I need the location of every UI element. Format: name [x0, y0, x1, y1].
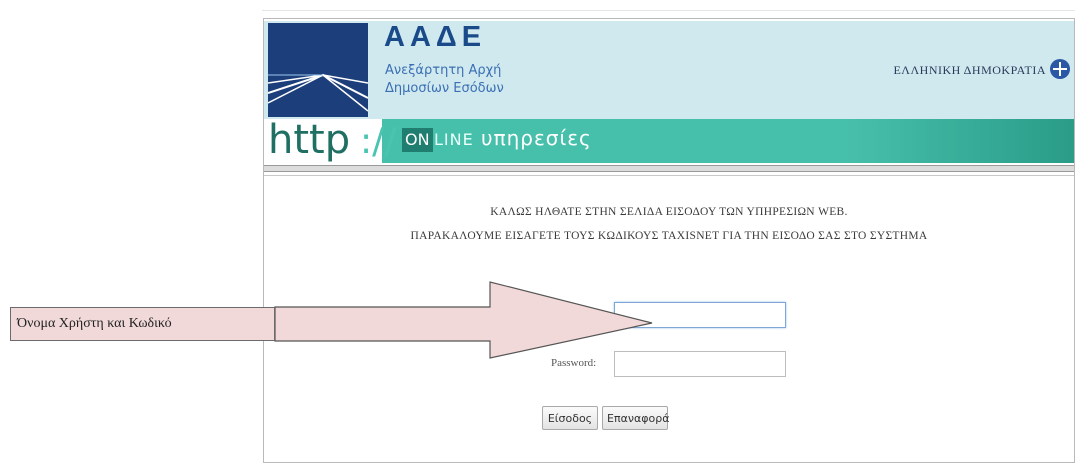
login-button[interactable]: Είσοδος [542, 406, 598, 430]
username-label: Username: [551, 308, 599, 320]
welcome-message: ΚΑΛΩΣ ΗΛΘΑΤΕ ΣΤΗΝ ΣΕΛΙΔΑ ΕΙΣΟΔΟΥ ΤΩΝ ΥΠΗ… [490, 206, 848, 218]
header-divider [264, 165, 1074, 172]
callout-note: Όνομα Χρήστη και Κωδικό [10, 307, 275, 341]
banner-slashes-text: :// [360, 121, 397, 162]
login-panel: ΚΑΛΩΣ ΗΛΘΑΤΕ ΣΤΗΝ ΣΕΛΙΔΑ ΕΙΣΟΔΟΥ ΤΩΝ ΥΠΗ… [264, 175, 1074, 462]
instructions-message: ΠΑΡΑΚΑΛΟΥΜΕ ΕΙΣΑΓΕΤΕ ΤΟΥΣ ΚΩΔΙΚΟΥΣ TAXIS… [410, 230, 928, 242]
password-input[interactable] [614, 351, 786, 377]
online-services-banner: http :// ON LINE υπηρεσίες [264, 117, 1074, 163]
banner-on-text: ON [402, 128, 433, 152]
document-page: ΑΑΔΕ Ανεξάρτητη Αρχή Δημοσίων Εσόδων ΕΛΛ… [0, 0, 1075, 463]
brand-title: ΑΑΔΕ [384, 21, 487, 53]
aade-login-screenshot: ΑΑΔΕ Ανεξάρτητη Αρχή Δημοσίων Εσόδων ΕΛΛ… [263, 18, 1075, 463]
aade-logo-icon [268, 23, 368, 117]
banner-services-text: υπηρεσίες [481, 126, 592, 150]
reset-button[interactable]: Επαναφορά [602, 406, 669, 430]
password-label: Password: [551, 357, 597, 369]
top-rule [262, 10, 1075, 11]
banner-line-text: LINE [434, 130, 474, 149]
republic-label: ΕΛΛΗΝΙΚΗ ΔΗΜΟΚΡΑΤΙΑ [893, 63, 1046, 77]
banner-http-text: http [268, 117, 351, 163]
banner-dark-segment [844, 119, 1074, 163]
greek-emblem-icon [1050, 59, 1070, 79]
username-input[interactable] [614, 302, 786, 328]
site-header: ΑΑΔΕ Ανεξάρτητη Αρχή Δημοσίων Εσόδων ΕΛΛ… [264, 19, 1074, 175]
brand-subtitle-line2: Δημοσίων Εσόδων [385, 81, 504, 96]
brand-subtitle-line1: Ανεξάρτητη Αρχή [385, 63, 502, 78]
